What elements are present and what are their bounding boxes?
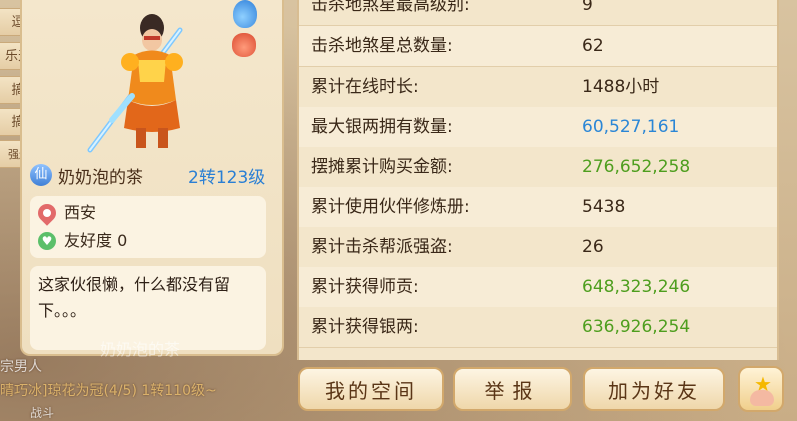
heart-icon: ♥ <box>38 232 56 250</box>
bag-icon[interactable] <box>232 33 256 57</box>
add-friend-button[interactable]: 加为好友 <box>583 367 725 411</box>
stat-value: 648,323,246 <box>582 277 691 297</box>
stat-value: 9 <box>582 0 593 15</box>
stat-row: 击杀地煞星总数量: 62 <box>299 26 777 67</box>
stat-label: 累计使用伙伴修炼册: <box>311 197 470 217</box>
name-row: 仙 奶奶泡的茶 2转123级 <box>28 160 278 190</box>
info-box: 西安 ♥ 友好度 0 <box>30 196 266 258</box>
stat-label: 累计击杀帮派强盗: <box>311 237 453 257</box>
stat-row: 击杀地煞星最高级别: 9 <box>299 0 777 26</box>
stat-value: 1488小时 <box>582 77 660 97</box>
stat-value: 26 <box>582 237 604 257</box>
chat-line: 晴巧冰]琼花为冠(4/5) 1转110级~ <box>0 383 217 399</box>
sect-badge: 仙 <box>30 164 52 186</box>
stat-value: 636,926,254 <box>582 317 691 337</box>
stat-label: 累计在线时长: <box>311 77 419 97</box>
chat-line: 战斗 <box>30 406 55 420</box>
chat-line: 宗男人 <box>0 359 42 375</box>
stat-row: 累计获得银两: 636,926,254 <box>299 307 777 348</box>
stat-row: 累计在线时长: 1488小时 <box>299 67 777 108</box>
stat-row: 累计击杀帮派强盗: 26 <box>299 227 777 268</box>
stat-value: 5438 <box>582 197 626 217</box>
stat-row: 累计获得师贡: 648,323,246 <box>299 267 777 308</box>
my-space-button[interactable]: 我的空间 <box>298 367 444 411</box>
stat-row: 最大银两拥有数量: 60,527,161 <box>299 107 777 148</box>
star-hand-icon[interactable]: ★ <box>738 366 784 412</box>
stat-value: 62 <box>582 36 604 56</box>
stat-label: 累计获得师贡: <box>311 277 419 297</box>
location-text: 西安 <box>64 203 97 222</box>
stat-label: 最大银两拥有数量: <box>311 117 453 137</box>
ghost-name-text: 奶奶泡的茶 <box>100 340 181 359</box>
stat-value: 60,527,161 <box>582 117 680 137</box>
stat-row: 累计使用伙伴修炼册: 5438 <box>299 187 777 228</box>
character-avatar[interactable] <box>72 0 212 158</box>
location-pin-icon <box>34 200 60 226</box>
stats-panel[interactable]: 击杀地煞星最高级别: 9 击杀地煞星总数量: 62 累计在线时长: 1488小时… <box>297 0 779 360</box>
player-level: 2转123级 <box>188 168 266 188</box>
stat-label: 摆摊累计购买金额: <box>311 157 453 177</box>
hand-icon <box>750 390 774 406</box>
player-name: 奶奶泡的茶 <box>58 168 143 188</box>
stat-label: 击杀地煞星最高级别: <box>311 0 470 15</box>
report-button[interactable]: 举报 <box>453 367 572 411</box>
signature-text: 这家伙很懒，什么都没有留下。。。 <box>38 275 231 320</box>
stat-label: 击杀地煞星总数量: <box>311 36 453 56</box>
stat-label: 累计获得银两: <box>311 317 419 337</box>
stat-value: 276,652,258 <box>582 157 691 177</box>
friendship-text: 友好度 0 <box>64 231 128 250</box>
bubble-icon[interactable] <box>233 0 257 28</box>
stat-row: 摆摊累计购买金额: 276,652,258 <box>299 147 777 188</box>
